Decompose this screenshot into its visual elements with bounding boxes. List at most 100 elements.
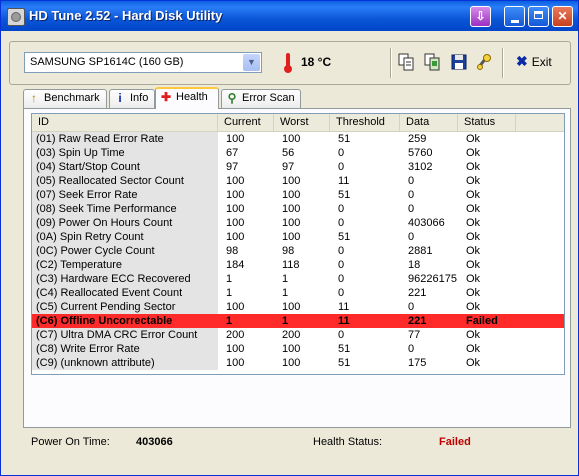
cell-current: 184 xyxy=(226,259,245,271)
cell-threshold: 0 xyxy=(338,245,345,257)
table-row[interactable]: (08) Seek Time Performance 100 100 0 0 Ok xyxy=(32,202,564,216)
cell-threshold: 51 xyxy=(338,357,351,369)
cell-id: (C6) Offline Uncorrectable xyxy=(32,314,218,328)
cell-current: 67 xyxy=(226,147,239,159)
table-row[interactable]: (04) Start/Stop Count 97 97 0 3102 Ok xyxy=(32,160,564,174)
cell-current: 100 xyxy=(226,175,245,187)
cell-current: 100 xyxy=(226,133,245,145)
tab-label: Benchmark xyxy=(44,92,100,104)
cell-status: Ok xyxy=(466,189,481,201)
cell-threshold: 0 xyxy=(338,329,345,341)
cell-id: (0C) Power Cycle Count xyxy=(32,244,218,258)
table-row[interactable]: (07) Seek Error Rate 100 100 51 0 Ok xyxy=(32,188,564,202)
cell-status: Ok xyxy=(466,343,481,355)
table-row[interactable]: (C8) Write Error Rate 100 100 51 0 Ok xyxy=(32,342,564,356)
cell-data: 259 xyxy=(408,133,427,145)
health-cross-icon: ✚ xyxy=(160,90,172,104)
tab-error-scan[interactable]: ⚲ Error Scan xyxy=(221,89,301,108)
table-row[interactable]: (03) Spin Up Time 67 56 0 5760 Ok xyxy=(32,146,564,160)
cell-id: (C7) Ultra DMA CRC Error Count xyxy=(32,328,218,342)
cell-worst: 98 xyxy=(282,245,295,257)
column-header-id[interactable]: ID xyxy=(32,114,218,131)
tab-info[interactable]: i Info xyxy=(109,89,155,108)
table-row[interactable]: (01) Raw Read Error Rate 100 100 51 259 Ok xyxy=(32,132,564,146)
cell-worst: 100 xyxy=(282,217,301,229)
tab-health[interactable]: ✚ Health xyxy=(155,87,219,109)
cell-current: 200 xyxy=(226,329,245,341)
copy-text-icon[interactable] xyxy=(398,53,414,71)
maximize-button[interactable] xyxy=(528,6,549,27)
table-row[interactable]: (C9) (unknown attribute) 100 100 51 175 Ok xyxy=(32,356,564,370)
cell-data: 18 xyxy=(408,259,421,271)
exit-x-icon: ✖ xyxy=(516,53,528,69)
app-window: HD Tune 2.52 - Hard Disk Utility ⇩ ✕ SAM… xyxy=(0,0,579,476)
cell-id: (09) Power On Hours Count xyxy=(32,216,218,230)
tab-label: Health xyxy=(176,91,208,103)
table-row[interactable]: (C4) Reallocated Event Count 1 1 0 221 Ok xyxy=(32,286,564,300)
column-header-threshold[interactable]: Threshold xyxy=(330,114,400,131)
cell-worst: 100 xyxy=(282,357,301,369)
cell-id: (08) Seek Time Performance xyxy=(32,202,218,216)
cell-id: (C8) Write Error Rate xyxy=(32,342,218,356)
cell-status: Ok xyxy=(466,175,481,187)
cell-data: 0 xyxy=(408,343,415,355)
cell-current: 100 xyxy=(226,203,245,215)
chevron-down-icon[interactable]: ▼ xyxy=(243,54,260,71)
column-header-data[interactable]: Data xyxy=(400,114,458,131)
cell-id: (04) Start/Stop Count xyxy=(32,160,218,174)
table-row[interactable]: (C2) Temperature 184 118 0 18 Ok xyxy=(32,258,564,272)
table-row[interactable]: (C7) Ultra DMA CRC Error Count 200 200 0 77 O… xyxy=(32,328,564,342)
power-on-time-label: Power On Time: xyxy=(31,436,110,448)
cell-status: Ok xyxy=(466,287,481,299)
cell-threshold: 11 xyxy=(338,175,350,187)
save-icon[interactable] xyxy=(451,53,467,71)
health-panel: ID Current Worst Threshold Data Status (… xyxy=(23,108,571,428)
cell-threshold: 0 xyxy=(338,287,345,299)
title-bar: HD Tune 2.52 - Hard Disk Utility ⇩ ✕ xyxy=(1,1,578,31)
cell-worst: 100 xyxy=(282,301,301,313)
cell-threshold: 0 xyxy=(338,161,345,173)
tab-benchmark[interactable]: ↑ Benchmark xyxy=(23,89,107,108)
window-title: HD Tune 2.52 - Hard Disk Utility xyxy=(29,8,223,23)
cell-status: Ok xyxy=(466,217,481,229)
cell-data: 221 xyxy=(408,315,427,327)
cell-threshold: 51 xyxy=(338,343,351,355)
copy-screenshot-icon[interactable] xyxy=(424,53,440,71)
close-button[interactable]: ✕ xyxy=(552,6,573,27)
column-header-current[interactable]: Current xyxy=(218,114,274,131)
smart-table[interactable]: ID Current Worst Threshold Data Status (… xyxy=(31,113,565,375)
cell-id: (07) Seek Error Rate xyxy=(32,188,218,202)
table-row[interactable]: (C3) Hardware ECC Recovered 1 1 0 96226175 Ok xyxy=(32,272,564,286)
cell-status: Ok xyxy=(466,161,481,173)
temperature-readout: 18 °C xyxy=(301,55,332,69)
cell-current: 100 xyxy=(226,217,245,229)
table-row[interactable]: (0A) Spin Retry Count 100 100 51 0 Ok xyxy=(32,230,564,244)
cell-status: Ok xyxy=(466,147,481,159)
cell-threshold: 0 xyxy=(338,259,345,271)
table-row[interactable]: (C5) Current Pending Sector 100 100 11 0 Ok xyxy=(32,300,564,314)
cell-current: 1 xyxy=(226,273,233,285)
cell-threshold: 51 xyxy=(338,133,351,145)
table-row[interactable]: (C6) Offline Uncorrectable 1 1 11 221 Failed xyxy=(32,314,564,328)
toolbar-separator xyxy=(502,48,504,78)
cell-current: 98 xyxy=(226,245,239,257)
cell-id: (0A) Spin Retry Count xyxy=(32,230,218,244)
options-icon[interactable] xyxy=(476,53,492,71)
cell-status: Ok xyxy=(466,133,481,145)
cell-data: 0 xyxy=(408,189,415,201)
cell-worst: 118 xyxy=(282,259,300,271)
drive-select[interactable]: SAMSUNG SP1614C (160 GB) ▼ xyxy=(24,52,262,73)
toolbar: SAMSUNG SP1614C (160 GB) ▼ 18 °C ✖ Exit xyxy=(9,41,571,85)
cell-threshold: 0 xyxy=(338,217,345,229)
cell-worst: 56 xyxy=(282,147,295,159)
download-icon[interactable]: ⇩ xyxy=(470,6,491,27)
table-row[interactable]: (05) Reallocated Sector Count 100 100 11 0 Ok xyxy=(32,174,564,188)
table-row[interactable]: (09) Power On Hours Count 100 100 0 403066 Ok xyxy=(32,216,564,230)
exit-button[interactable]: ✖ Exit xyxy=(516,53,552,73)
column-header-status[interactable]: Status xyxy=(458,114,516,131)
minimize-button[interactable] xyxy=(504,6,525,27)
cell-worst: 97 xyxy=(282,161,295,173)
column-header-worst[interactable]: Worst xyxy=(274,114,330,131)
table-row[interactable]: (0C) Power Cycle Count 98 98 0 2881 Ok xyxy=(32,244,564,258)
cell-worst: 1 xyxy=(282,287,289,299)
